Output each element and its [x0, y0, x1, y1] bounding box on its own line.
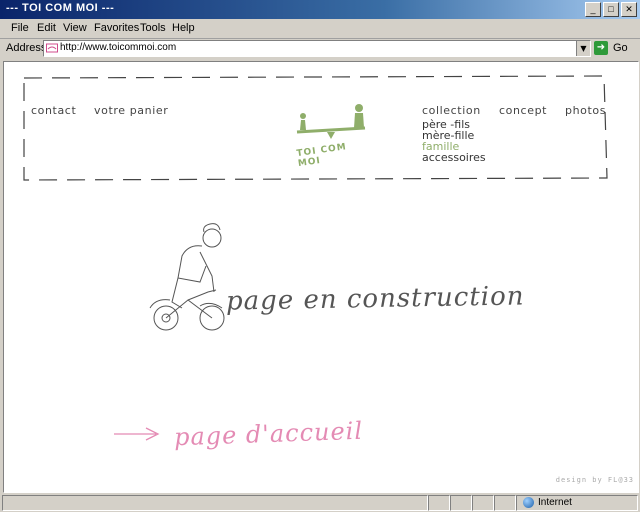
go-label: Go: [613, 42, 628, 54]
address-input[interactable]: http://www.toicommoi.com ▼: [43, 40, 591, 57]
status-panel: [428, 495, 450, 511]
nav-contact[interactable]: contact: [31, 104, 76, 117]
nav-votre-panier[interactable]: votre panier: [94, 104, 168, 117]
menu-bar: File Edit View Favorites Tools Help: [0, 19, 640, 39]
close-button[interactable]: ✕: [621, 2, 637, 17]
menu-tools[interactable]: Tools: [140, 22, 166, 34]
address-url: http://www.toicommoi.com: [60, 42, 177, 53]
window-title: --- TOI COM MOI ---: [6, 2, 115, 14]
nav-concept[interactable]: concept: [499, 104, 547, 117]
menu-help[interactable]: Help: [172, 22, 195, 34]
security-zone-label: Internet: [538, 497, 572, 508]
homepage-link[interactable]: page d'accueil: [174, 417, 364, 452]
page-viewport[interactable]: contact votre panier TOI COM MOI collect…: [3, 61, 639, 493]
arrow-right-icon: [114, 427, 160, 441]
address-label: Address: [6, 42, 47, 54]
site-logo[interactable]: TOI COM MOI: [291, 104, 371, 170]
menu-favorites[interactable]: Favorites: [94, 22, 139, 34]
security-zone-panel: [516, 495, 638, 511]
minimize-button[interactable]: _: [585, 2, 601, 17]
window-title-bar[interactable]: --- TOI COM MOI --- _ □ ✕: [0, 0, 640, 19]
globe-icon: [523, 497, 534, 508]
child-on-bicycle-illustration: [149, 223, 225, 331]
status-panel: [450, 495, 472, 511]
page-icon: [46, 43, 58, 53]
menu-view[interactable]: View: [63, 22, 87, 34]
design-credit: design by FL@33: [555, 476, 634, 484]
address-dropdown-icon[interactable]: ▼: [576, 41, 590, 56]
go-arrow-icon: ➜: [594, 41, 608, 55]
status-bar: Internet: [0, 493, 640, 512]
maximize-button[interactable]: □: [603, 2, 619, 17]
go-button[interactable]: ➜ Go: [594, 40, 634, 56]
status-panel: [494, 495, 516, 511]
site-navigation: contact votre panier TOI COM MOI collect…: [21, 74, 608, 182]
menu-file[interactable]: File: [11, 22, 29, 34]
status-text-panel: [2, 495, 428, 511]
menu-edit[interactable]: Edit: [37, 22, 56, 34]
nav-collection[interactable]: collection: [422, 104, 481, 117]
address-bar: Address http://www.toicommoi.com ▼ ➜ Go: [0, 39, 640, 59]
nav-accessoires[interactable]: accessoires: [422, 152, 486, 163]
status-panel: [472, 495, 494, 511]
page-under-construction-text: page en construction: [225, 281, 525, 317]
window-controls: _ □ ✕: [585, 2, 637, 17]
nav-photos[interactable]: photos: [565, 104, 606, 117]
